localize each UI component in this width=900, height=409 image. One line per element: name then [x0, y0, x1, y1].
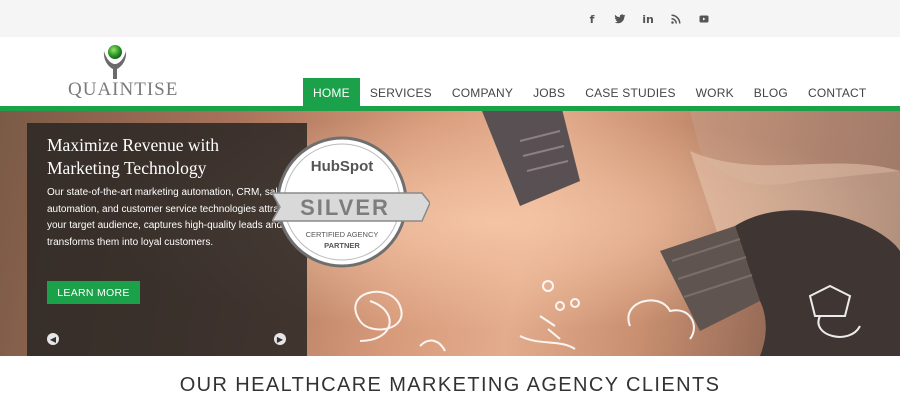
- slider-prev-arrow[interactable]: ◀: [47, 333, 59, 345]
- linkedin-icon[interactable]: in: [638, 9, 658, 29]
- badge-line2: PARTNER: [324, 241, 360, 250]
- quaintise-logo[interactable]: QUAINTISE: [68, 43, 179, 101]
- hero-description: Our state-of-the-art marketing automatio…: [47, 187, 289, 248]
- facebook-glyph: f: [589, 12, 595, 26]
- logo-wordmark: QUAINTISE: [68, 79, 179, 100]
- badge-tier: SILVER: [300, 195, 390, 220]
- nav-jobs[interactable]: JOBS: [523, 78, 575, 107]
- logo-mark-icon: [103, 45, 127, 79]
- hero-caption-panel: Maximize Revenue with Marketing Technolo…: [27, 123, 307, 356]
- next-arrow-glyph: ▶: [276, 334, 284, 344]
- nav-services[interactable]: SERVICES: [360, 78, 442, 107]
- nav-case-studies[interactable]: CASE STUDIES: [575, 78, 685, 107]
- prev-arrow-glyph: ◀: [49, 334, 57, 344]
- nav-contact[interactable]: CONTACT: [798, 78, 877, 107]
- social-links: f in: [582, 9, 714, 29]
- linkedin-glyph: in: [642, 12, 654, 26]
- slider-next-arrow[interactable]: ▶: [274, 333, 286, 345]
- clients-section-title: OUR HEALTHCARE MARKETING AGENCY CLIENTS: [179, 374, 721, 396]
- nav-company[interactable]: COMPANY: [442, 78, 523, 107]
- hubspot-silver-partner-badge: HubSpot SILVER CERTIFIED AGENCY PARTNER: [272, 136, 430, 268]
- learn-more-button[interactable]: LEARN MORE: [47, 281, 140, 304]
- top-bar: f in: [0, 0, 900, 37]
- twitter-icon[interactable]: [610, 9, 630, 29]
- rss-icon[interactable]: [666, 9, 686, 29]
- badge-brand: HubSpot: [311, 158, 373, 175]
- hero-title: Maximize Revenue with Marketing Technolo…: [47, 135, 220, 178]
- facebook-icon[interactable]: f: [582, 9, 602, 29]
- main-nav: HOME SERVICES COMPANY JOBS CASE STUDIES …: [303, 78, 876, 107]
- badge-line1: CERTIFIED AGENCY: [306, 230, 379, 239]
- nav-blog[interactable]: BLOG: [744, 78, 798, 107]
- youtube-icon[interactable]: [694, 9, 714, 29]
- nav-home[interactable]: HOME: [303, 78, 360, 107]
- nav-work[interactable]: WORK: [686, 78, 744, 107]
